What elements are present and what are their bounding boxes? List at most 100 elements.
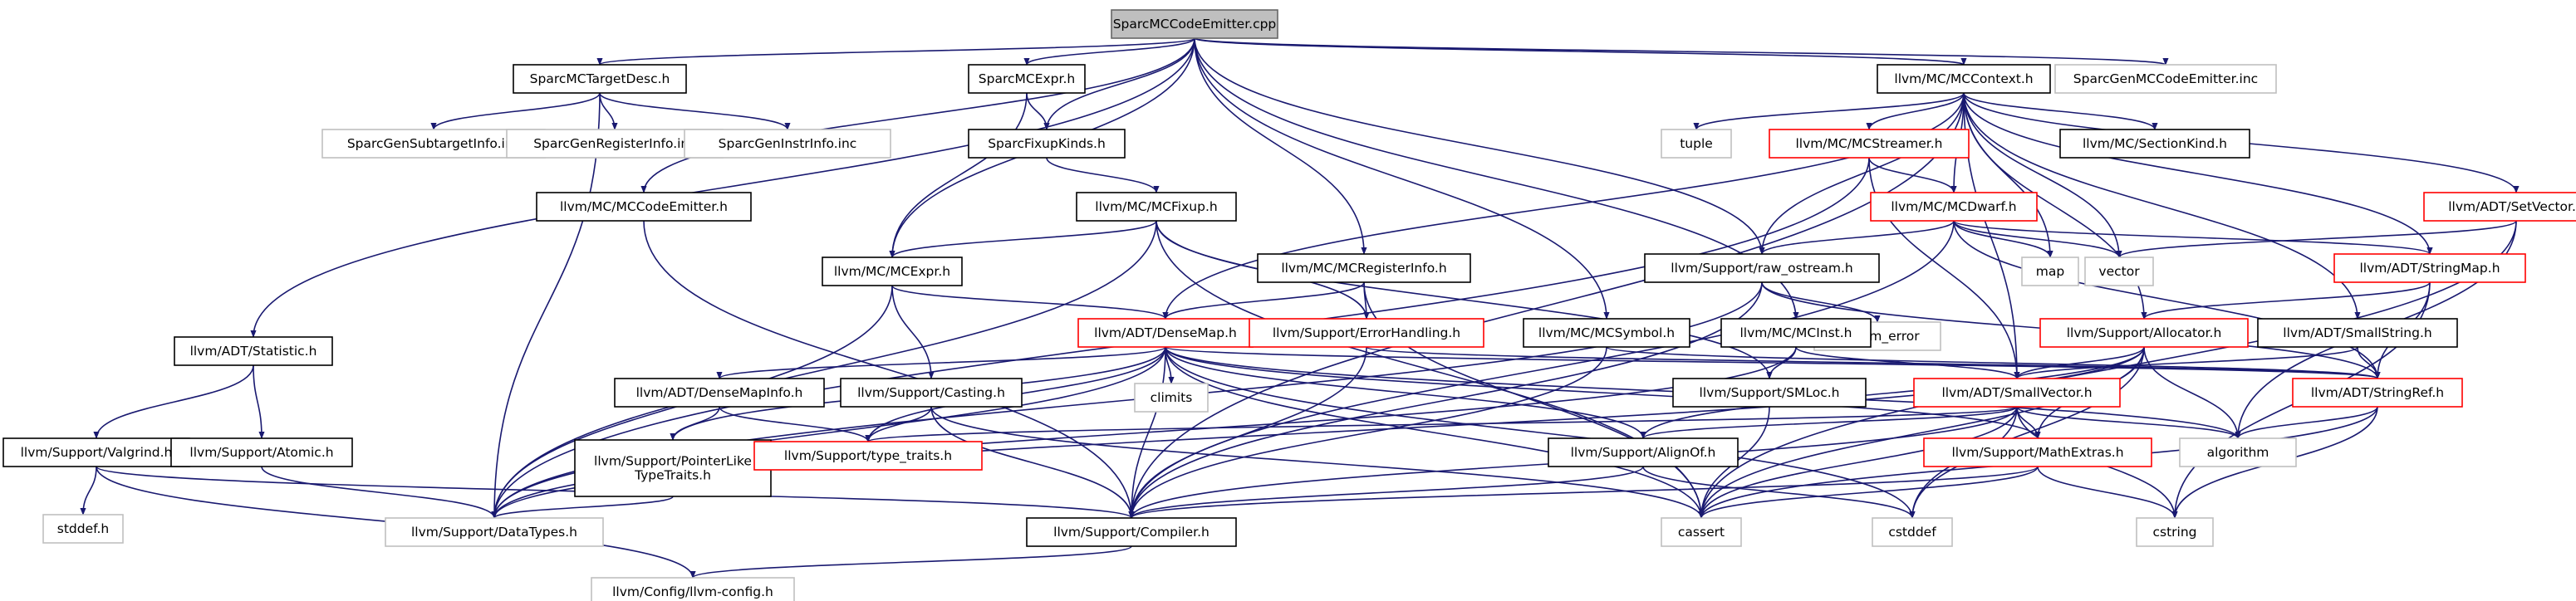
node-mathextras[interactable]: llvm/Support/MathExtras.h bbox=[1923, 437, 2152, 467]
node-stddef: stddef.h bbox=[42, 514, 124, 544]
node-mcsymbol[interactable]: llvm/MC/MCSymbol.h bbox=[1523, 318, 1690, 348]
node-mccodeemitter[interactable]: llvm/MC/MCCodeEmitter.h bbox=[536, 192, 752, 222]
node-label-mccontext: llvm/MC/MCContext.h bbox=[1894, 71, 2033, 86]
edge-setvector-to-vector bbox=[2116, 220, 2517, 258]
node-atomic[interactable]: llvm/Support/Atomic.h bbox=[170, 437, 353, 467]
edge-mccontext-to-map bbox=[1963, 92, 2053, 258]
node-label-targetdesc: SparcMCTargetDesc.h bbox=[530, 71, 670, 86]
node-label-mathextras: llvm/Support/MathExtras.h bbox=[1951, 445, 2123, 460]
edge-targetdesc-to-gensubtarget bbox=[430, 92, 601, 130]
node-label-sparcexpr: SparcMCExpr.h bbox=[979, 71, 1075, 86]
node-mccontext[interactable]: llvm/MC/MCContext.h bbox=[1877, 64, 2051, 94]
node-label-mcsymbol: llvm/MC/MCSymbol.h bbox=[1538, 325, 1675, 340]
node-mcfixup[interactable]: llvm/MC/MCFixup.h bbox=[1076, 192, 1237, 222]
node-label-vector: vector bbox=[2098, 264, 2140, 279]
node-label-smallstring: llvm/ADT/SmallString.h bbox=[2283, 325, 2431, 340]
node-label-compiler: llvm/Support/Compiler.h bbox=[1053, 525, 1209, 540]
edge-statistic-to-atomic bbox=[253, 364, 265, 439]
node-densemapinfo[interactable]: llvm/ADT/DenseMapInfo.h bbox=[614, 378, 825, 408]
node-root[interactable]: SparcMCCodeEmitter.cpp bbox=[1111, 9, 1278, 39]
node-climits: climits bbox=[1134, 383, 1209, 413]
node-typetraits[interactable]: llvm/Support/type_traits.h bbox=[753, 441, 983, 471]
node-label-fixupkinds: SparcFixupKinds.h bbox=[988, 136, 1106, 151]
include-dependency-graph: SparcMCCodeEmitter.cpp SparcMCTargetDesc.… bbox=[2, 9, 2576, 601]
node-cassert: cassert bbox=[1661, 517, 1742, 547]
node-label-casting: llvm/Support/Casting.h bbox=[857, 385, 1005, 400]
node-smallstring[interactable]: llvm/ADT/SmallString.h bbox=[2257, 318, 2458, 348]
node-label-raw_ostream: llvm/Support/raw_ostream.h bbox=[1671, 261, 1852, 276]
edge-valgrind-to-stddef bbox=[80, 466, 97, 515]
edge-mcexpr-to-densemap bbox=[891, 285, 1169, 320]
node-sectionkind[interactable]: llvm/MC/SectionKind.h bbox=[2059, 129, 2250, 159]
node-alignof[interactable]: llvm/Support/AlignOf.h bbox=[1548, 437, 1739, 467]
node-label-climits: climits bbox=[1151, 390, 1193, 405]
node-pointerlike[interactable]: llvm/Support/PointerLike TypeTraits.h bbox=[574, 439, 772, 497]
edge-densemap-to-cstddef bbox=[1165, 346, 1916, 519]
node-compiler[interactable]: llvm/Support/Compiler.h bbox=[1026, 517, 1237, 547]
edge-atomic-to-datatypes bbox=[261, 466, 498, 519]
node-densemap[interactable]: llvm/ADT/DenseMap.h bbox=[1077, 318, 1254, 348]
node-label-smallvector: llvm/ADT/SmallVector.h bbox=[1941, 385, 2092, 400]
node-llvmconfig: llvm/Config/llvm-config.h bbox=[591, 577, 795, 601]
node-label-sectionkind: llvm/MC/SectionKind.h bbox=[2083, 136, 2227, 151]
node-casting[interactable]: llvm/Support/Casting.h bbox=[840, 378, 1023, 408]
node-label-llvmconfig: llvm/Config/llvm-config.h bbox=[612, 584, 773, 599]
edge-smallvector-to-algorithm bbox=[2016, 406, 2241, 439]
node-targetdesc[interactable]: SparcMCTargetDesc.h bbox=[513, 64, 687, 94]
edge-sparcexpr-to-mcexpr bbox=[889, 92, 1028, 258]
node-label-map: map bbox=[2036, 264, 2064, 279]
node-label-root: SparcMCCodeEmitter.cpp bbox=[1113, 17, 1277, 32]
node-label-mcinst: llvm/MC/MCInst.h bbox=[1739, 325, 1852, 340]
node-label-stringmap: llvm/ADT/StringMap.h bbox=[2359, 261, 2500, 276]
edge-mccontext-to-raw_ostream bbox=[1759, 92, 1965, 255]
node-label-valgrind: llvm/Support/Valgrind.h bbox=[21, 445, 173, 460]
node-errorhandling[interactable]: llvm/Support/ErrorHandling.h bbox=[1249, 318, 1484, 348]
node-label-alignof: llvm/Support/AlignOf.h bbox=[1571, 445, 1716, 460]
node-stringref[interactable]: llvm/ADT/StringRef.h bbox=[2292, 378, 2463, 408]
node-label-genregister: SparcGenRegisterInfo.inc bbox=[533, 136, 696, 151]
node-mcregisterinfo[interactable]: llvm/MC/MCRegisterInfo.h bbox=[1257, 253, 1471, 283]
node-label-gensubtarget: SparcGenSubtargetInfo.inc bbox=[347, 136, 520, 151]
node-label-mcfixup: llvm/MC/MCFixup.h bbox=[1095, 199, 1217, 214]
node-stringmap[interactable]: llvm/ADT/StringMap.h bbox=[2333, 253, 2526, 283]
node-layer: SparcMCCodeEmitter.cpp SparcMCTargetDesc.… bbox=[2, 9, 2576, 601]
edge-root-to-mccodeemitter bbox=[640, 37, 1195, 193]
node-statistic[interactable]: llvm/ADT/Statistic.h bbox=[174, 336, 333, 366]
edge-mccontext-to-densemap bbox=[1162, 92, 1965, 320]
node-label-mcregisterinfo: llvm/MC/MCRegisterInfo.h bbox=[1281, 261, 1446, 276]
node-label-atomic: llvm/Support/Atomic.h bbox=[189, 445, 333, 460]
node-gencodeemitter: SparcGenMCCodeEmitter.inc bbox=[2054, 64, 2277, 94]
node-fixupkinds[interactable]: SparcFixupKinds.h bbox=[968, 129, 1126, 159]
node-cstddef: cstddef bbox=[1872, 517, 1953, 547]
node-smloc[interactable]: llvm/Support/SMLoc.h bbox=[1672, 378, 1867, 408]
node-mcdwarf[interactable]: llvm/MC/MCDwarf.h bbox=[1870, 192, 2038, 222]
node-allocator[interactable]: llvm/Support/Allocator.h bbox=[2039, 318, 2249, 348]
edge-mcfixup-to-mcexpr bbox=[889, 220, 1157, 258]
node-raw_ostream[interactable]: llvm/Support/raw_ostream.h bbox=[1644, 253, 1880, 283]
edge-densemapinfo-to-typetraits bbox=[719, 406, 871, 442]
node-setvector[interactable]: llvm/ADT/SetVector.h bbox=[2423, 192, 2576, 222]
node-label-mcexpr: llvm/MC/MCExpr.h bbox=[834, 264, 950, 279]
node-valgrind[interactable]: llvm/Support/Valgrind.h bbox=[2, 437, 190, 467]
node-sparcexpr[interactable]: SparcMCExpr.h bbox=[968, 64, 1086, 94]
node-label-cstddef: cstddef bbox=[1888, 525, 1936, 540]
edge-mathextras-to-cstring bbox=[2037, 466, 2178, 519]
node-mcexpr[interactable]: llvm/MC/MCExpr.h bbox=[822, 257, 963, 286]
node-label-stddef: stddef.h bbox=[57, 521, 109, 536]
edge-stringmap-to-allocator bbox=[2141, 281, 2431, 320]
node-mcinst[interactable]: llvm/MC/MCInst.h bbox=[1720, 318, 1872, 348]
node-vector: vector bbox=[2084, 257, 2154, 286]
node-cstring: cstring bbox=[2136, 517, 2214, 547]
node-algorithm: algorithm bbox=[2179, 437, 2297, 467]
node-label-mcdwarf: llvm/MC/MCDwarf.h bbox=[1891, 199, 2016, 214]
edge-densemap-to-densemapinfo bbox=[716, 346, 1166, 379]
edge-mcstreamer-to-mcdwarf bbox=[1868, 157, 1957, 193]
node-smallvector[interactable]: llvm/ADT/SmallVector.h bbox=[1913, 378, 2121, 408]
node-label-setvector: llvm/ADT/SetVector.h bbox=[2448, 199, 2576, 214]
edge-targetdesc-to-geninstr bbox=[599, 92, 791, 130]
node-label-mccodeemitter: llvm/MC/MCCodeEmitter.h bbox=[560, 199, 728, 214]
node-label-gencodeemitter: SparcGenMCCodeEmitter.inc bbox=[2073, 71, 2258, 86]
edge-mccontext-to-tuple bbox=[1693, 92, 1965, 130]
node-label-densemapinfo: llvm/ADT/DenseMapInfo.h bbox=[636, 385, 803, 400]
node-mcstreamer[interactable]: llvm/MC/MCStreamer.h bbox=[1769, 129, 1970, 159]
